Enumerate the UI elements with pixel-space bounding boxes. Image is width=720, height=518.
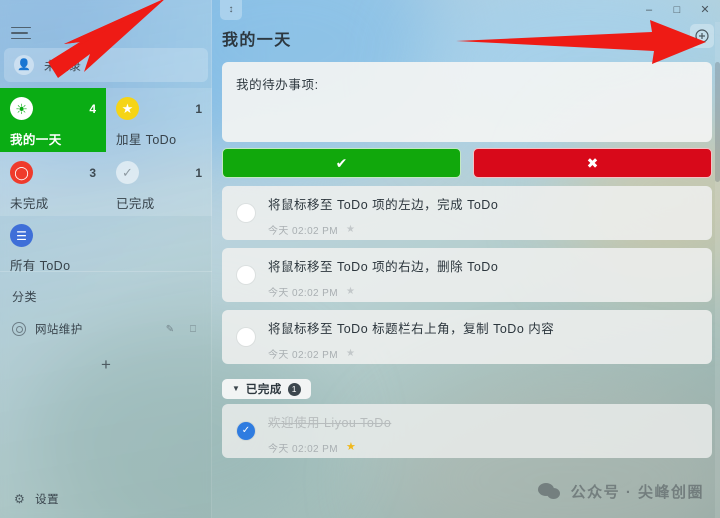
cross-icon: ✖ bbox=[586, 155, 599, 171]
note-card[interactable]: 我的待办事项: bbox=[222, 62, 712, 142]
archive-icon[interactable]: ⎕ bbox=[186, 324, 200, 335]
sidebar-item-completed[interactable]: ✓ 1 已完成 bbox=[106, 152, 212, 216]
todo-meta: 今天 02:02 PM ★ bbox=[268, 440, 702, 456]
wechat-icon bbox=[537, 482, 562, 501]
titlebar: ↕ – □ ✕ bbox=[212, 0, 720, 22]
todo-title: 将鼠标移至 ToDo 项的右边，删除 ToDo bbox=[268, 260, 499, 274]
check-icon: ✔ bbox=[335, 155, 348, 171]
sidebar-item-settings[interactable]: ⚙ 设置 bbox=[0, 486, 212, 512]
todo-time: 今天 02:02 PM bbox=[268, 226, 338, 237]
tile-top: ☀ 4 bbox=[10, 97, 96, 120]
scrollbar[interactable] bbox=[715, 22, 720, 518]
star-icon[interactable]: ★ bbox=[346, 348, 355, 359]
sun-icon: ☀ bbox=[10, 97, 33, 120]
completed-section-label: 已完成 bbox=[245, 384, 282, 396]
sidebar-item-incomplete[interactable]: ◯ 3 未完成 bbox=[0, 152, 106, 216]
maximize-button[interactable]: □ bbox=[668, 2, 686, 18]
tile-count: 3 bbox=[89, 165, 96, 180]
sidebar-item-my-day[interactable]: ☀ 4 我的一天 bbox=[0, 88, 106, 152]
todo-title: 将鼠标移至 ToDo 标题栏右上角，复制 ToDo 内容 bbox=[268, 322, 555, 336]
sidebar-tiles: ☀ 4 我的一天 ★ 1 加星 ToDo ◯ 3 未完成 ✓ 1 已完成 bbox=[0, 88, 212, 216]
todo-meta: 今天 02:02 PM ★ bbox=[268, 284, 702, 299]
settings-label: 设置 bbox=[35, 494, 59, 506]
person-icon: 👤 bbox=[14, 55, 34, 75]
todo-time: 今天 02:02 PM bbox=[268, 444, 338, 455]
table-row[interactable]: 将鼠标移至 ToDo 项的左边，完成 ToDo 今天 02:02 PM ★ bbox=[222, 186, 712, 240]
sidebar-section-title: 分类 bbox=[12, 290, 38, 304]
note-text: 我的待办事项: bbox=[236, 78, 319, 92]
table-row[interactable]: 将鼠标移至 ToDo 项的右边，删除 ToDo 今天 02:02 PM ★ bbox=[222, 248, 712, 302]
circle-icon: ◯ bbox=[10, 161, 33, 184]
tile-label: 所有 ToDo bbox=[10, 259, 71, 273]
tile-top: ☰ bbox=[10, 224, 202, 247]
sidebar-tile-row: ◯ 3 未完成 ✓ 1 已完成 bbox=[0, 152, 212, 216]
sidebar: 👤 未登录 ☀ 4 我的一天 ★ 1 加星 ToDo ◯ 3 未完成 ✓ 1 已… bbox=[0, 0, 212, 518]
sidebar-category-item[interactable]: 网站维护 ✎ ⎕ bbox=[2, 316, 210, 342]
tile-top: ◯ 3 bbox=[10, 161, 96, 184]
todo-time: 今天 02:02 PM bbox=[268, 288, 338, 299]
status-badge: 1 bbox=[287, 382, 301, 396]
star-icon[interactable]: ★ bbox=[346, 286, 355, 297]
page-title: 我的一天 bbox=[222, 32, 292, 49]
category-label: 网站维护 bbox=[35, 324, 83, 336]
chevron-up-down-icon[interactable]: ↕ bbox=[220, 0, 242, 20]
window-controls: – □ ✕ bbox=[640, 2, 714, 18]
todo-checkbox[interactable]: ✓ bbox=[237, 422, 255, 440]
tile-label: 加星 ToDo bbox=[116, 133, 177, 147]
chevron-down-icon: ▼ bbox=[232, 384, 240, 393]
todo-checkbox[interactable] bbox=[237, 328, 255, 346]
tile-label: 未完成 bbox=[10, 197, 49, 211]
tile-count: 1 bbox=[195, 101, 202, 116]
tile-count: 4 bbox=[89, 101, 96, 116]
tile-count: 1 bbox=[195, 165, 202, 180]
tile-label: 我的一天 bbox=[10, 133, 62, 147]
watermark-text: 公众号 · 尖峰创圈 bbox=[570, 484, 704, 501]
todo-list: 将鼠标移至 ToDo 项的左边，完成 ToDo 今天 02:02 PM ★ 将鼠… bbox=[222, 186, 712, 372]
completed-todo-list: ✓ 欢迎使用 Liyou ToDo 今天 02:02 PM ★ bbox=[222, 404, 712, 466]
watermark: 公众号 · 尖峰创圈 bbox=[537, 481, 704, 502]
table-row[interactable]: ✓ 欢迎使用 Liyou ToDo 今天 02:02 PM ★ bbox=[222, 404, 712, 458]
star-icon[interactable]: ★ bbox=[346, 224, 355, 235]
sidebar-item-all-todos[interactable]: ☰ 所有 ToDo bbox=[0, 216, 212, 273]
account-name: 未登录 bbox=[44, 58, 82, 73]
todo-time: 今天 02:02 PM bbox=[268, 350, 338, 361]
todo-checkbox[interactable] bbox=[237, 204, 255, 222]
todo-checkbox[interactable] bbox=[237, 266, 255, 284]
tile-label: 已完成 bbox=[116, 197, 155, 211]
complete-all-button[interactable]: ✔ bbox=[222, 148, 461, 178]
tile-top: ✓ 1 bbox=[116, 161, 202, 184]
main-panel: ↕ – □ ✕ 我的一天 我的待办事项: ✔ ✖ 将鼠标移至 ToDo 项的左边… bbox=[212, 0, 720, 518]
star-icon: ★ bbox=[116, 97, 139, 120]
list-icon: ☰ bbox=[10, 224, 33, 247]
delete-all-button[interactable]: ✖ bbox=[473, 148, 712, 178]
minimize-button[interactable]: – bbox=[640, 2, 658, 18]
add-category-button[interactable]: + bbox=[0, 350, 212, 380]
plus-circle-icon[interactable] bbox=[690, 24, 714, 48]
tile-top: ★ 1 bbox=[116, 97, 202, 120]
todo-title: 欢迎使用 Liyou ToDo bbox=[268, 416, 392, 430]
todo-meta: 今天 02:02 PM ★ bbox=[268, 346, 702, 361]
account-row[interactable]: 👤 未登录 bbox=[4, 48, 208, 82]
target-icon bbox=[12, 322, 26, 336]
pencil-icon[interactable]: ✎ bbox=[163, 324, 177, 335]
sidebar-tile-row: ☀ 4 我的一天 ★ 1 加星 ToDo bbox=[0, 88, 212, 152]
todo-meta: 今天 02:02 PM ★ bbox=[268, 222, 702, 237]
scrollbar-thumb[interactable] bbox=[715, 62, 720, 182]
gear-icon: ⚙ bbox=[14, 492, 26, 506]
star-icon[interactable]: ★ bbox=[346, 442, 356, 453]
completed-section-header[interactable]: ▼ 已完成 1 bbox=[222, 379, 311, 399]
hamburger-icon[interactable] bbox=[8, 22, 34, 44]
todo-title: 将鼠标移至 ToDo 项的左边，完成 ToDo bbox=[268, 198, 499, 212]
check-circle-icon: ✓ bbox=[116, 161, 139, 184]
sidebar-item-starred[interactable]: ★ 1 加星 ToDo bbox=[106, 88, 212, 152]
bulk-action-row: ✔ ✖ bbox=[222, 148, 712, 178]
table-row[interactable]: 将鼠标移至 ToDo 标题栏右上角，复制 ToDo 内容 今天 02:02 PM… bbox=[222, 310, 712, 364]
close-button[interactable]: ✕ bbox=[696, 2, 714, 18]
app-window: 👤 未登录 ☀ 4 我的一天 ★ 1 加星 ToDo ◯ 3 未完成 ✓ 1 已… bbox=[0, 0, 720, 518]
